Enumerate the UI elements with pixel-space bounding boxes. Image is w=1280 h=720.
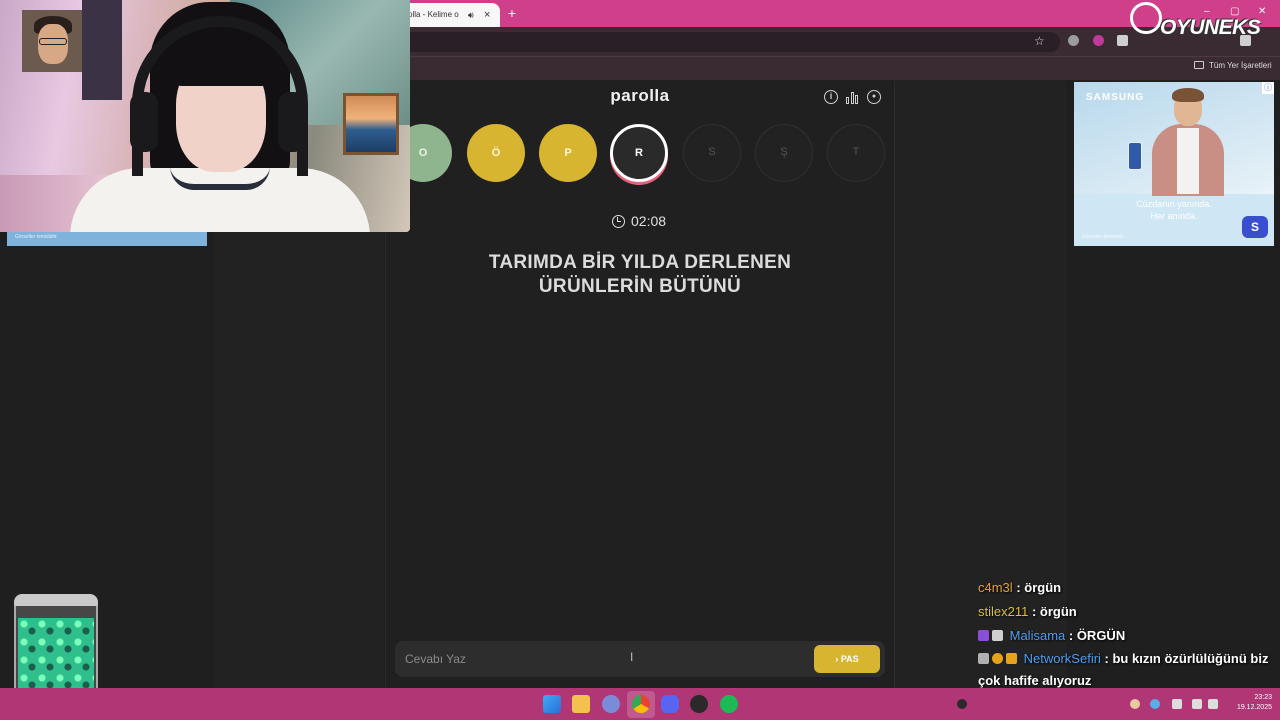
- channel-logo: OYUNEKS: [1130, 2, 1280, 50]
- tray-app-icon[interactable]: [1150, 699, 1160, 709]
- streamer-webcam: [0, 0, 410, 232]
- chat-username: Malisama: [1009, 628, 1066, 643]
- browser-tab-parolla[interactable]: olla - Kelime o 🔊︎ ×: [396, 3, 500, 27]
- logo-text: OYUNEKS: [1160, 16, 1261, 39]
- ad-brand: SAMSUNG: [1086, 92, 1145, 103]
- stats-icon[interactable]: [846, 91, 859, 104]
- chat-username: stilex211: [978, 604, 1029, 619]
- tray-app-icon[interactable]: [957, 699, 967, 709]
- crown-badge-icon: [1006, 653, 1017, 664]
- rocket-badge-icon: [978, 653, 989, 664]
- spotify-icon[interactable]: [720, 695, 738, 713]
- headset-cup-left: [130, 92, 158, 152]
- close-icon[interactable]: ×: [484, 3, 490, 27]
- chat-text: : örgün: [1016, 580, 1062, 595]
- countdown-timer: 02:08: [612, 213, 682, 229]
- rocket-badge-icon: [992, 630, 1003, 641]
- chat-message: c4m3l : örgün: [978, 576, 1278, 600]
- ad-line-1: Cüzdanın yanında.: [1136, 199, 1212, 209]
- question-text: TARIMDA BİR YILDA DERLENEN ÜRÜNLERİN BÜT…: [430, 251, 850, 299]
- clock-time: 23:23: [1254, 694, 1272, 701]
- clock-icon: [612, 215, 625, 228]
- chat-text: : örgün: [1031, 604, 1077, 619]
- info-icon[interactable]: i: [824, 90, 838, 104]
- timer-value: 02:08: [631, 213, 667, 229]
- logo-mascot-icon: [1130, 2, 1162, 34]
- chat-overlay: c4m3l : örgün stilex211 : örgün Malisama…: [978, 576, 1278, 692]
- microphone-icon[interactable]: [1172, 699, 1182, 709]
- letter-circle-s-cedilla: Ş: [755, 124, 813, 182]
- system-clock[interactable]: 23:23 19.12.2025: [1226, 693, 1272, 713]
- ad-info-icon[interactable]: ⓘ: [1262, 82, 1274, 94]
- ad-logo: S: [1242, 216, 1268, 238]
- volume-icon[interactable]: [1208, 699, 1218, 709]
- network-status-icon[interactable]: [1192, 699, 1202, 709]
- tray-app-icon[interactable]: [1130, 699, 1140, 709]
- bookmarks-folder-label[interactable]: Tüm Yer İşaretleri: [1209, 61, 1272, 70]
- ad-disclaimer-left: Görseller temsilidir.: [15, 234, 58, 240]
- subscriber-badge-icon: [978, 630, 989, 641]
- question-line-1: TARIMDA BİR YILDA DERLENEN: [488, 252, 792, 273]
- question-line-2: ÜRÜNLERİN BÜTÜNÜ: [538, 276, 742, 297]
- answer-input[interactable]: [400, 646, 800, 672]
- ad-model-hair: [1172, 88, 1204, 102]
- network-icon[interactable]: [602, 695, 620, 713]
- address-bar[interactable]: [390, 32, 1060, 52]
- ad-disclaimer: Görseller temsilidir.: [1082, 234, 1125, 240]
- text-cursor-icon: I: [630, 650, 634, 664]
- chrome-icon[interactable]: [632, 695, 650, 713]
- left-advertisement-strip[interactable]: Görseller temsilidir.: [7, 230, 207, 246]
- jar-lid: [14, 594, 98, 606]
- user-icon[interactable]: ●: [867, 90, 881, 104]
- letter-circle-s: S: [683, 124, 741, 182]
- extension-icon[interactable]: [1068, 35, 1079, 46]
- extension-icon[interactable]: [1093, 35, 1104, 46]
- chat-username: NetworkSefiri: [1023, 651, 1101, 666]
- chat-text: : bu kızın özürlülüğünü biz çok hafife a…: [978, 651, 1269, 688]
- glasses: [39, 38, 67, 45]
- chat-text: : ÖRGÜN: [1068, 628, 1126, 643]
- ad-model-shirt: [1177, 128, 1199, 194]
- advertisement-banner[interactable]: SAMSUNG Cüzdanın yanında. Her anında. Gö…: [1074, 82, 1274, 246]
- folder-icon[interactable]: [1194, 61, 1204, 69]
- extensions-puzzle-icon[interactable]: [1117, 35, 1128, 46]
- windows-icon[interactable]: [543, 695, 561, 713]
- game-title[interactable]: parolla: [585, 86, 695, 106]
- secondary-webcam: [22, 10, 82, 72]
- tab-title: olla - Kelime o: [408, 10, 459, 19]
- screen: olla - Kelime o 🔊︎ × + – ▢ ✕ ☆ Tüm Yer İ…: [0, 0, 1280, 720]
- letter-circle-r-active: R: [610, 124, 668, 182]
- ad-phone-image: [1128, 142, 1142, 170]
- clock-date: 19.12.2025: [1236, 704, 1272, 711]
- letter-circle-p: P: [539, 124, 597, 182]
- wall-posters: [82, 0, 122, 100]
- letter-circle-t: T: [827, 124, 885, 182]
- bookmark-star-icon[interactable]: ☆: [1034, 34, 1045, 48]
- chat-message: NetworkSefiri : bu kızın özürlülüğünü bi…: [978, 648, 1278, 692]
- chat-message: Malisama : ÖRGÜN: [978, 624, 1278, 648]
- letter-circle-o-umlaut: Ö: [467, 124, 525, 182]
- chat-message: stilex211 : örgün: [978, 600, 1278, 624]
- explorer-icon[interactable]: [572, 695, 590, 713]
- speaker-icon[interactable]: 🔊︎: [468, 3, 474, 27]
- discord-icon[interactable]: [661, 695, 679, 713]
- new-tab-button[interactable]: +: [505, 4, 519, 22]
- headset-cup-right: [278, 92, 306, 152]
- wall-painting: [343, 93, 399, 155]
- chat-username: c4m3l: [978, 580, 1013, 595]
- obs-icon[interactable]: [690, 695, 708, 713]
- pass-button[interactable]: › PAS: [814, 645, 880, 673]
- number-badge-icon: [992, 653, 1003, 664]
